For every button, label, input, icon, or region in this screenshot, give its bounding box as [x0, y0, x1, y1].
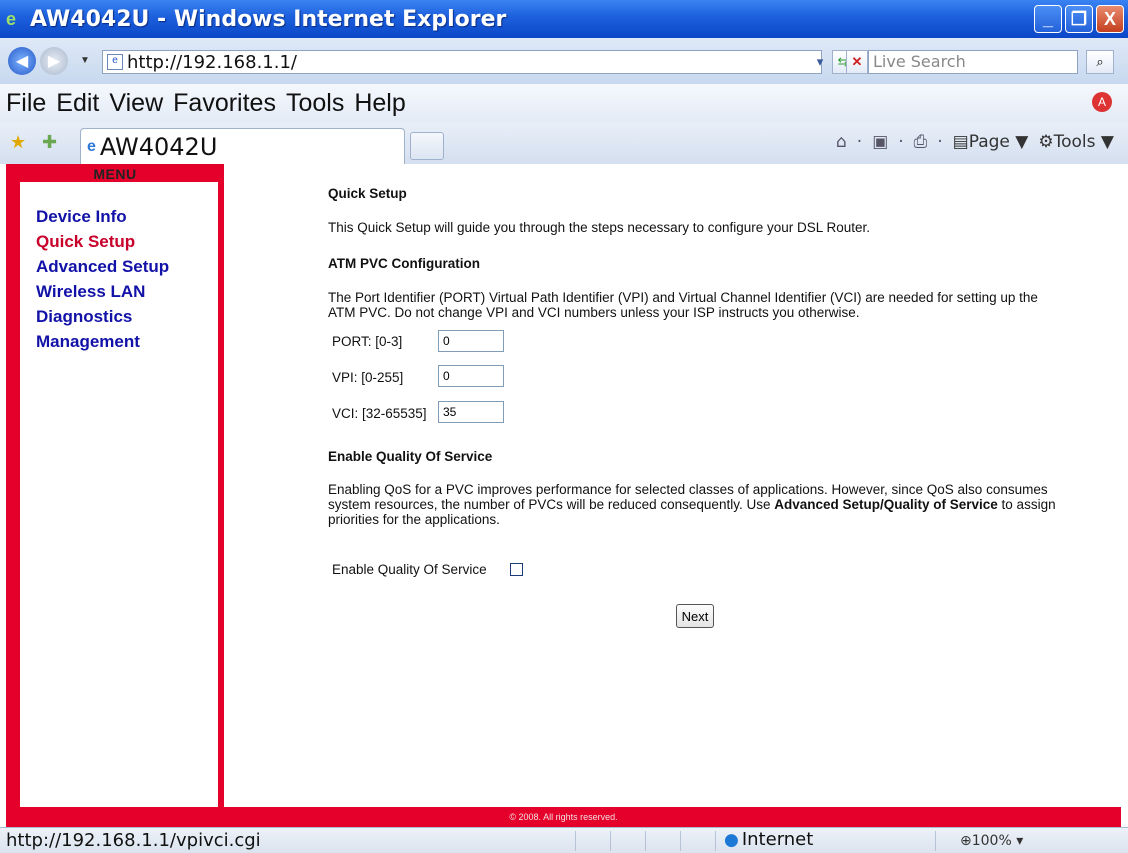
gear-icon: ⚙ [1038, 132, 1054, 152]
status-divider [610, 831, 611, 851]
feeds-icon[interactable]: ▣ [872, 132, 888, 152]
status-bar: http://192.168.1.1/vpivci.cgi ● Internet … [0, 827, 1128, 853]
page-menu-label: Page [968, 132, 1010, 152]
menu-edit[interactable]: Edit [56, 89, 99, 118]
port-label: PORT: [0-3] [332, 334, 403, 349]
search-button[interactable]: ⌕ [1086, 50, 1114, 74]
footer-copyright: © 2008. All rights reserved. [6, 807, 1121, 827]
status-divider [575, 831, 576, 851]
status-divider [935, 831, 936, 851]
vci-input[interactable] [438, 401, 504, 423]
sidebar-item-wireless-lan[interactable]: Wireless LAN [36, 279, 169, 304]
sidebar: MENU Device Info Quick Setup Advanced Se… [6, 164, 224, 827]
url-field[interactable]: e http://192.168.1.1/ [102, 50, 822, 74]
vci-label: VCI: [32-65535] [332, 406, 427, 421]
home-dropdown-icon[interactable]: · [857, 132, 862, 152]
favorites-star-icon[interactable]: ★ [10, 132, 26, 153]
qos-description: Enabling QoS for a PVC improves performa… [328, 482, 1063, 527]
tab-aw4042u[interactable]: e AW4042U [80, 128, 405, 164]
print-icon[interactable]: ⎙ [914, 132, 928, 152]
title-bar: e AW4042U - Windows Internet Explorer _ … [0, 0, 1128, 38]
stop-button[interactable]: ✕ [846, 50, 868, 74]
sidebar-item-diagnostics[interactable]: Diagnostics [36, 304, 169, 329]
sidebar-item-advanced-setup[interactable]: Advanced Setup [36, 254, 169, 279]
qos-checkbox[interactable] [510, 563, 523, 576]
print-dropdown-icon[interactable]: · [937, 132, 942, 152]
page-icon: e [107, 54, 123, 70]
forward-arrow-icon: ▶ [47, 53, 61, 70]
qos-text-link: Advanced Setup/Quality of Service [774, 497, 998, 512]
tools-menu-label: Tools [1053, 132, 1096, 152]
qos-heading: Enable Quality Of Service [328, 449, 493, 464]
status-text: http://192.168.1.1/vpivci.cgi [6, 830, 261, 851]
qos-checkbox-label: Enable Quality Of Service [332, 562, 487, 577]
address-bar: ◀ ▶ ▼ e http://192.168.1.1/ ▾ ⇆ ✕ Live S… [0, 38, 1128, 85]
status-divider [680, 831, 681, 851]
page-content: MENU Device Info Quick Setup Advanced Se… [0, 164, 1128, 827]
ie-page-icon: e [87, 137, 96, 155]
menu-tools[interactable]: Tools [286, 89, 344, 118]
tools-menu[interactable]: ⚙Tools ▼ [1038, 132, 1114, 152]
window-controls: _ ❐ X [1034, 5, 1124, 33]
menu-favorites[interactable]: Favorites [173, 89, 276, 118]
pdf-icon[interactable]: A [1092, 92, 1112, 112]
sidebar-panel: Device Info Quick Setup Advanced Setup W… [20, 182, 218, 812]
sidebar-item-quick-setup[interactable]: Quick Setup [36, 229, 169, 254]
back-button[interactable]: ◀ [8, 47, 36, 75]
search-icon: ⌕ [1096, 54, 1104, 69]
vpi-label: VPI: [0-255] [332, 370, 404, 385]
status-divider [645, 831, 646, 851]
url-text: http://192.168.1.1/ [127, 51, 297, 73]
page-menu[interactable]: ▤Page ▼ [953, 132, 1029, 152]
intro-text: This Quick Setup will guide you through … [328, 220, 871, 235]
globe-icon: ● [724, 829, 739, 850]
forward-button[interactable]: ▶ [40, 47, 68, 75]
next-button[interactable]: Next [676, 604, 714, 628]
zone-label: Internet [741, 829, 814, 850]
maximize-button[interactable]: ❐ [1065, 5, 1093, 33]
menu-view[interactable]: View [109, 89, 163, 118]
feeds-dropdown-icon[interactable]: · [898, 132, 903, 152]
zoom-control[interactable]: ⊕100% ▾ [960, 833, 1023, 849]
security-zone: ● Internet [724, 829, 813, 850]
recent-pages-dropdown-icon[interactable]: ▼ [80, 55, 90, 66]
zoom-level: 100% [971, 833, 1012, 849]
back-arrow-icon: ◀ [15, 53, 29, 70]
stop-icon: ✕ [851, 54, 863, 69]
page-title: Quick Setup [328, 186, 407, 201]
menu-title: MENU [93, 166, 137, 182]
atm-heading: ATM PVC Configuration [328, 256, 480, 271]
menu-file[interactable]: File [6, 89, 46, 118]
search-input[interactable]: Live Search [868, 50, 1078, 74]
menu-bar: File Edit View Favorites Tools Help A [0, 84, 1128, 123]
command-bar: ⌂ · ▣ · ⎙ · ▤Page ▼ ⚙Tools ▼ [836, 132, 1114, 152]
new-tab-button[interactable] [410, 132, 444, 160]
sidebar-item-management[interactable]: Management [36, 329, 169, 354]
status-divider [715, 831, 716, 851]
tab-bar: ★ ✚ e AW4042U ⌂ · ▣ · ⎙ · ▤Page ▼ ⚙Tools… [0, 122, 1128, 165]
add-favorites-icon[interactable]: ✚ [42, 132, 57, 153]
atm-description: The Port Identifier (PORT) Virtual Path … [328, 290, 1038, 320]
minimize-button[interactable]: _ [1034, 5, 1062, 33]
port-input[interactable] [438, 330, 504, 352]
zoom-icon: ⊕ [960, 833, 972, 849]
close-button[interactable]: X [1096, 5, 1124, 33]
menu-help[interactable]: Help [354, 89, 405, 118]
url-dropdown-icon[interactable]: ▾ [812, 50, 828, 74]
sidebar-item-device-info[interactable]: Device Info [36, 204, 169, 229]
sidebar-menu: Device Info Quick Setup Advanced Setup W… [20, 204, 169, 354]
home-icon[interactable]: ⌂ [836, 132, 847, 152]
window-title: AW4042U - Windows Internet Explorer [30, 6, 507, 32]
vpi-input[interactable] [438, 365, 504, 387]
page-icon-small: ▤ [952, 132, 969, 152]
ie-logo-icon: e [6, 9, 17, 29]
tab-label: AW4042U [99, 132, 218, 161]
